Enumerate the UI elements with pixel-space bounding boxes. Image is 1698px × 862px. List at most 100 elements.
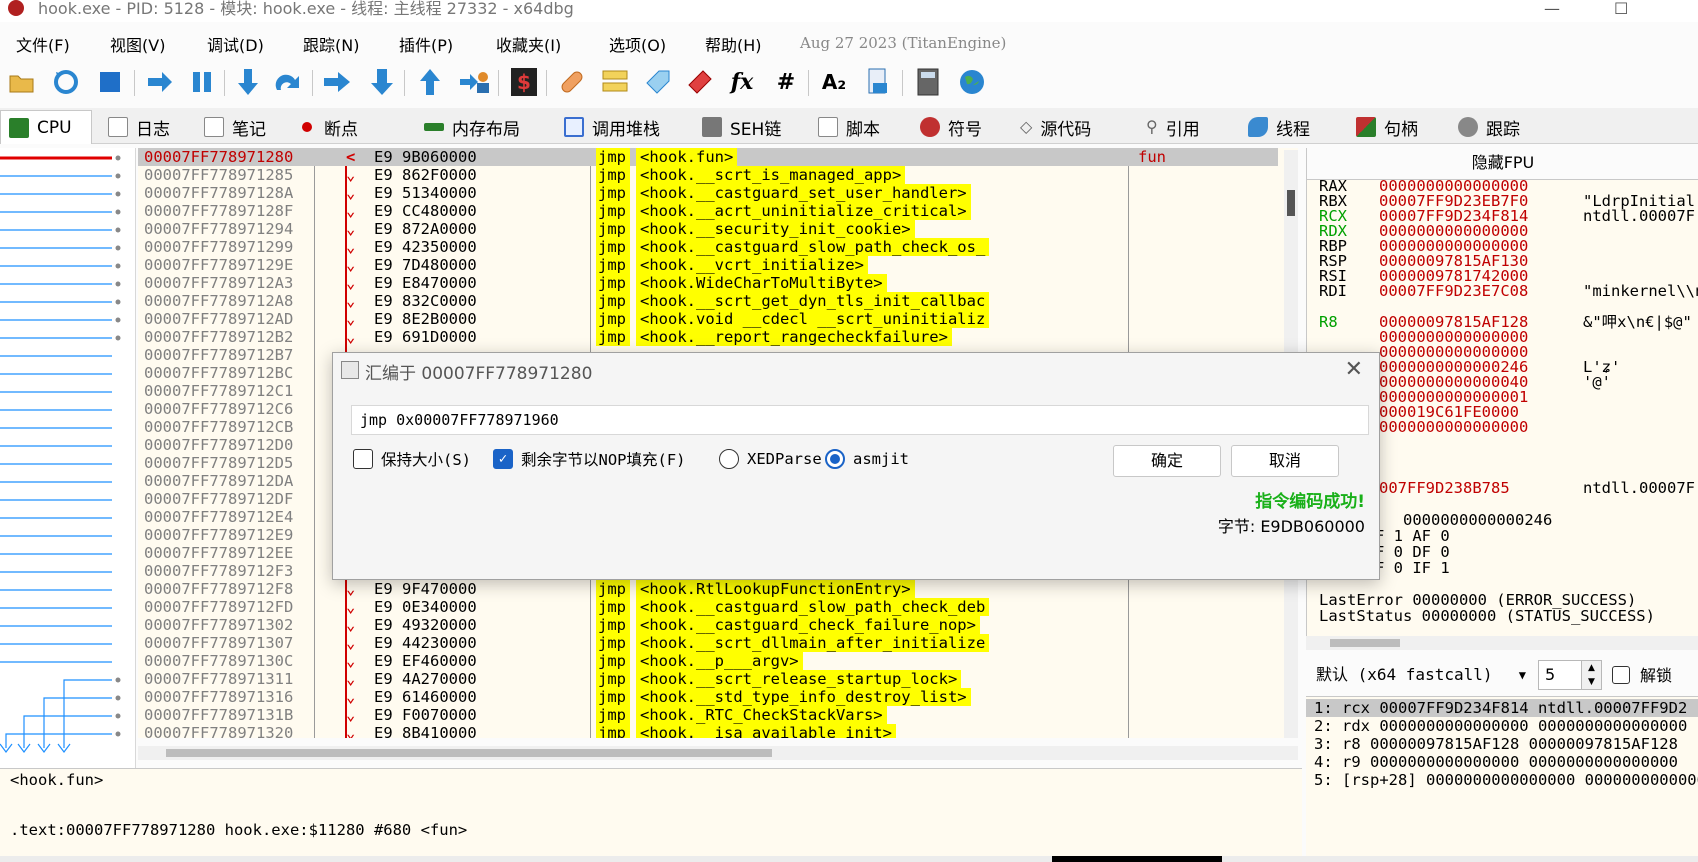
calling-convention-select[interactable]: 默认 (x64 fastcall) ▼ bbox=[1310, 660, 1532, 690]
run-to-user-icon[interactable] bbox=[322, 66, 354, 98]
stack-arg-row[interactable]: 2: rdx 0000000000000000 0000000000000000 bbox=[1314, 717, 1687, 735]
ok-button[interactable]: 确定 bbox=[1113, 445, 1221, 477]
flags-row-1[interactable]: F 1 AF 0 bbox=[1375, 528, 1450, 544]
menu-plugins[interactable]: 插件(P) bbox=[399, 32, 453, 56]
flags-row-2[interactable]: F 0 DF 0 bbox=[1375, 544, 1450, 560]
tab-label: 笔记 bbox=[232, 119, 266, 140]
bookmark-icon[interactable] bbox=[684, 66, 716, 98]
font-icon[interactable]: A₂ bbox=[818, 66, 850, 98]
hash-icon[interactable]: # bbox=[770, 66, 802, 98]
disasm-row[interactable]: 00007FF7789712B2 ⌄ E9 691D0000 jmp <hook.__r… bbox=[138, 328, 1278, 346]
disasm-row[interactable]: 00007FF77897130C ⌄ E9 EF460000 jmp <hook.__p… bbox=[138, 652, 1278, 670]
disasm-row[interactable]: 00007FF77897128A ⌄ E9 51340000 jmp <hook.__c… bbox=[138, 184, 1278, 202]
menu-options[interactable]: 选项(O) bbox=[609, 32, 666, 56]
spin-down-icon[interactable]: ▼ bbox=[1581, 675, 1601, 689]
stack-arg-row[interactable]: 4: r9 0000000000000000 0000000000000000 bbox=[1314, 753, 1678, 771]
unlock-checkbox[interactable] bbox=[1612, 666, 1630, 684]
spin-up-icon[interactable]: ▲ bbox=[1581, 661, 1601, 675]
menu-help[interactable]: 帮助(H) bbox=[705, 32, 762, 56]
asmjit-option[interactable]: asmjit bbox=[825, 447, 909, 471]
tab-trace[interactable]: 跟踪 bbox=[1450, 110, 1546, 144]
open-icon[interactable] bbox=[6, 66, 38, 98]
tab-call-stack[interactable]: 调用堆栈 bbox=[556, 110, 684, 144]
stack-arg-row[interactable]: 1: rcx 00007FF9D234F814 ntdll.00007FF9D2 bbox=[1306, 699, 1698, 717]
disasm-row[interactable]: 00007FF7789712F8 ⌄ E9 9F470000 jmp <hook.Rtl… bbox=[138, 580, 1278, 598]
restart-icon[interactable] bbox=[50, 66, 82, 98]
tab-script[interactable]: 脚本 bbox=[810, 110, 902, 144]
globe-icon[interactable] bbox=[956, 66, 988, 98]
menu-favourites[interactable]: 收藏夹(I) bbox=[496, 32, 561, 56]
step-into-icon[interactable] bbox=[232, 66, 264, 98]
xedparse-option[interactable]: XEDParse bbox=[719, 447, 822, 471]
keep-size-option[interactable]: 保持大小(S) bbox=[353, 447, 471, 471]
registers-horizontal-scrollbar[interactable] bbox=[1306, 636, 1698, 650]
tab-seh[interactable]: SEH链 bbox=[694, 110, 804, 144]
disasm-row[interactable]: 00007FF7789712A3 ⌄ E9 E8470000 jmp <hook.Wid… bbox=[138, 274, 1278, 292]
execute-till-return-icon[interactable] bbox=[366, 66, 398, 98]
tab-log[interactable]: 日志 bbox=[100, 110, 192, 144]
run-to-selection-icon[interactable] bbox=[414, 66, 446, 98]
hide-fpu-button[interactable]: 隐藏FPU bbox=[1307, 148, 1698, 180]
disasm-row[interactable]: 00007FF7789712AD ⌄ E9 8E2B0000 jmp <hook.voi… bbox=[138, 310, 1278, 328]
minimize-button[interactable]: — bbox=[1544, 0, 1560, 18]
run-icon[interactable] bbox=[144, 66, 176, 98]
disasm-row[interactable]: 00007FF778971285 ⌄ E9 862F0000 jmp <hook.__s… bbox=[138, 166, 1278, 184]
stack-arg-row[interactable]: 3: r8 00000097815AF128 00000097815AF128 bbox=[1314, 735, 1678, 753]
flags-row-3[interactable]: F 0 IF 1 bbox=[1375, 560, 1450, 576]
chevron-down-icon: ⌄ bbox=[346, 184, 356, 202]
disasm-row[interactable]: 00007FF778971302 ⌄ E9 49320000 jmp <hook.__c… bbox=[138, 616, 1278, 634]
memory-icon[interactable] bbox=[862, 66, 894, 98]
disasm-row[interactable]: 00007FF778971294 ⌄ E9 872A0000 jmp <hook.__s… bbox=[138, 220, 1278, 238]
menu-debug[interactable]: 调试(D) bbox=[207, 32, 264, 56]
disassembly-horizontal-scrollbar[interactable] bbox=[138, 746, 1298, 760]
disasm-row[interactable]: 00007FF7789712A8 ⌄ E9 832C0000 jmp <hook.__s… bbox=[138, 292, 1278, 310]
keep-size-checkbox[interactable] bbox=[353, 449, 373, 469]
disasm-row[interactable]: 00007FF778971316 ⌄ E9 61460000 jmp <hook.__s… bbox=[138, 688, 1278, 706]
instruction-operand: <hook.WideCharToMultiByte> bbox=[636, 274, 887, 292]
rflags-value[interactable]: 0000000000000246 bbox=[1403, 512, 1552, 528]
comment-icon[interactable] bbox=[600, 66, 632, 98]
disasm-row[interactable]: 00007FF77897128F ⌄ E9 CC480000 jmp <hook.__a… bbox=[138, 202, 1278, 220]
tab-cpu[interactable]: CPU bbox=[0, 110, 92, 144]
disasm-row[interactable]: 00007FF7789712FD ⌄ E9 0E340000 jmp <hook.__c… bbox=[138, 598, 1278, 616]
tab-notes[interactable]: 笔记 bbox=[196, 110, 288, 144]
menu-view[interactable]: 视图(V) bbox=[110, 32, 165, 56]
stop-icon[interactable] bbox=[94, 66, 126, 98]
disasm-row[interactable]: 00007FF778971280 < E9 9B060000 jmp <hook.fun… bbox=[138, 148, 1278, 166]
menu-trace[interactable]: 跟踪(N) bbox=[303, 32, 359, 56]
cancel-button[interactable]: 取消 bbox=[1231, 445, 1339, 477]
tab-memory-map[interactable]: 内存布局 bbox=[416, 110, 540, 144]
script-icon[interactable]: $ bbox=[508, 66, 540, 98]
argument-count-spinbox[interactable]: 5 ▲ ▼ bbox=[1538, 660, 1602, 690]
close-icon[interactable]: ✕ bbox=[1345, 357, 1363, 382]
tab-breakpoints[interactable]: 断点 bbox=[290, 110, 390, 144]
disasm-row[interactable]: 00007FF77897131B ⌄ E9 F0070000 jmp <hook._RT… bbox=[138, 706, 1278, 724]
calculator-icon[interactable] bbox=[912, 66, 944, 98]
patch-icon[interactable] bbox=[556, 66, 588, 98]
disasm-row[interactable]: 00007FF778971320 ⌄ E9 8B410000 jmp <hook.__i… bbox=[138, 724, 1278, 738]
animate-icon[interactable] bbox=[458, 66, 490, 98]
function-icon[interactable]: fx bbox=[726, 66, 758, 98]
fill-nop-checkbox[interactable]: ✓ bbox=[493, 449, 513, 469]
instruction-bytes: E9 832C0000 bbox=[374, 292, 477, 310]
tab-symbols[interactable]: 符号 bbox=[912, 110, 1004, 144]
label-icon[interactable] bbox=[642, 66, 674, 98]
fill-nop-option[interactable]: ✓ 剩余字节以NOP填充(F) bbox=[493, 447, 686, 471]
asmjit-radio[interactable] bbox=[825, 449, 845, 469]
step-over-icon[interactable] bbox=[272, 66, 304, 98]
disasm-row[interactable]: 00007FF778971307 ⌄ E9 44230000 jmp <hook.__s… bbox=[138, 634, 1278, 652]
assembly-input[interactable]: jmp 0x00007FF778971960 bbox=[351, 405, 1369, 435]
register-row[interactable]: RDI 00007FF9D23E7C08 "minkernel\\n bbox=[1319, 283, 1698, 299]
tab-threads[interactable]: 线程 bbox=[1240, 110, 1344, 144]
tab-source[interactable]: ◇ 源代码 bbox=[1012, 110, 1128, 144]
menu-file[interactable]: 文件(F) bbox=[16, 32, 70, 56]
tab-handles[interactable]: 句柄 bbox=[1348, 110, 1444, 144]
tab-references[interactable]: ⚲ 引用 bbox=[1138, 110, 1234, 144]
stack-arg-row[interactable]: 5: [rsp+28] 0000000000000000 00000000000… bbox=[1314, 771, 1698, 789]
disasm-row[interactable]: 00007FF77897129E ⌄ E9 7D480000 jmp <hook.__v… bbox=[138, 256, 1278, 274]
xedparse-radio[interactable] bbox=[719, 449, 739, 469]
disasm-row[interactable]: 00007FF778971311 ⌄ E9 4A270000 jmp <hook.__s… bbox=[138, 670, 1278, 688]
disasm-row[interactable]: 00007FF778971299 ⌄ E9 42350000 jmp <hook.__c… bbox=[138, 238, 1278, 256]
pause-icon[interactable] bbox=[186, 66, 218, 98]
maximize-button[interactable]: ☐ bbox=[1614, 0, 1628, 18]
